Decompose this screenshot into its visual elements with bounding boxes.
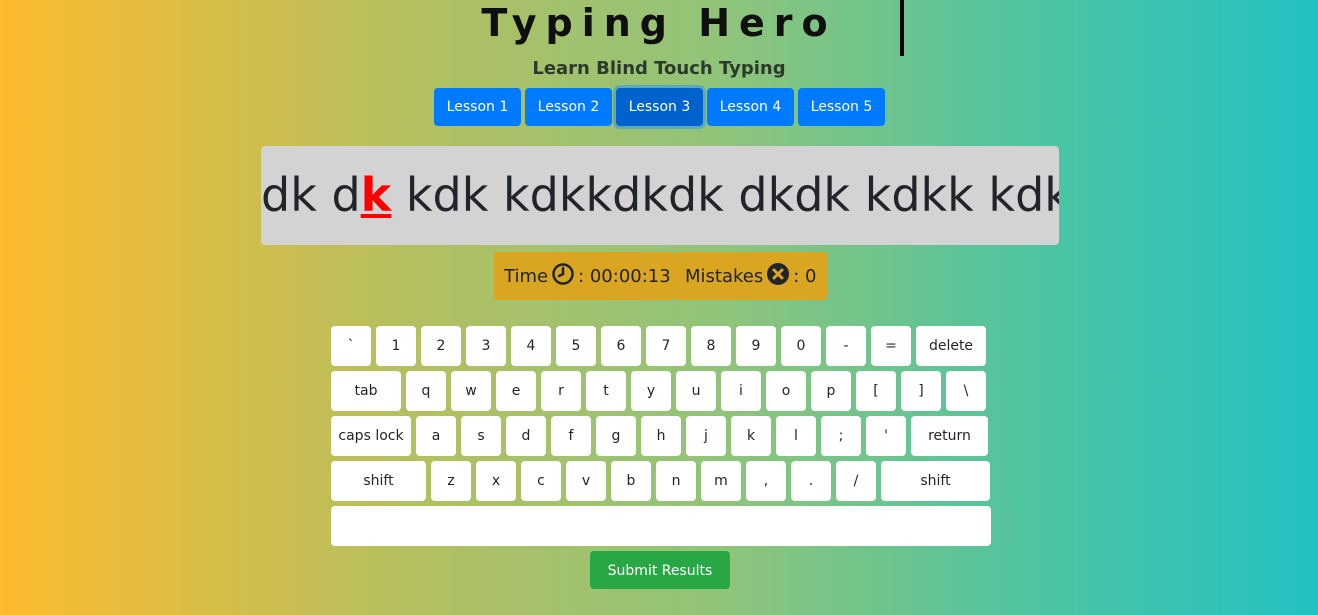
- key-shift[interactable]: shift: [881, 461, 990, 501]
- lesson-5-button[interactable]: Lesson 5: [798, 88, 885, 126]
- key-4[interactable]: 4: [511, 326, 551, 366]
- lesson-2-button[interactable]: Lesson 2: [525, 88, 612, 126]
- key-u[interactable]: u: [676, 371, 716, 411]
- key-c[interactable]: c: [521, 461, 561, 501]
- page-title: Typing Hero: [481, 1, 837, 45]
- key-t[interactable]: t: [586, 371, 626, 411]
- key-v[interactable]: v: [566, 461, 606, 501]
- key-8[interactable]: 8: [691, 326, 731, 366]
- key-symbol[interactable]: `: [331, 326, 371, 366]
- x-circle-icon: [767, 262, 790, 290]
- key-x[interactable]: x: [476, 461, 516, 501]
- key-l[interactable]: l: [776, 416, 816, 456]
- key-g[interactable]: g: [596, 416, 636, 456]
- lesson-1-button[interactable]: Lesson 1: [434, 88, 521, 126]
- key-a[interactable]: a: [416, 416, 456, 456]
- keyboard-row-bottom: shift z x c v b n m,. / shift: [331, 461, 991, 501]
- typing-input-bar[interactable]: [331, 506, 991, 546]
- key-s[interactable]: s: [461, 416, 501, 456]
- lesson-3-button[interactable]: Lesson 3: [616, 88, 703, 126]
- key-caps-lock[interactable]: caps lock: [331, 416, 411, 456]
- key-shift[interactable]: shift: [331, 461, 426, 501]
- key-symbol[interactable]: \: [946, 371, 986, 411]
- virtual-keyboard: ` 1 2 3 4 5 6 7 8 9 0- = delete tab q w e r t y u i o p[] \ cap…: [331, 326, 991, 546]
- key-y[interactable]: y: [631, 371, 671, 411]
- key-7[interactable]: 7: [646, 326, 686, 366]
- key-m[interactable]: m: [701, 461, 741, 501]
- key-symbol[interactable]: -: [826, 326, 866, 366]
- key-0[interactable]: 0: [781, 326, 821, 366]
- lesson-4-button[interactable]: Lesson 4: [707, 88, 794, 126]
- key-1[interactable]: 1: [376, 326, 416, 366]
- timer-value: : 00:00:13: [578, 265, 671, 287]
- keyboard-row-home: caps lock a s d f g h j k l; ' return: [331, 416, 991, 456]
- key-p[interactable]: p: [811, 371, 851, 411]
- key-o[interactable]: o: [766, 371, 806, 411]
- timer-badge: Time : 00:00:13: [494, 252, 675, 300]
- key-2[interactable]: 2: [421, 326, 461, 366]
- key-j[interactable]: j: [686, 416, 726, 456]
- key-b[interactable]: b: [611, 461, 651, 501]
- key-delete[interactable]: delete: [916, 326, 986, 366]
- key-tab[interactable]: tab: [331, 371, 401, 411]
- key-q[interactable]: q: [406, 371, 446, 411]
- page-subtitle: Learn Blind Touch Typing: [532, 58, 786, 79]
- key-w[interactable]: w: [451, 371, 491, 411]
- key-return[interactable]: return: [911, 416, 988, 456]
- key-i[interactable]: i: [721, 371, 761, 411]
- timer-label: Time: [504, 265, 549, 287]
- key-z[interactable]: z: [431, 461, 471, 501]
- key-6[interactable]: 6: [601, 326, 641, 366]
- remaining-text: kdk kdkkdkdk dkdk kdkk kdk: [391, 168, 1059, 222]
- keyboard-row-top: tab q w e r t y u i o p[] \: [331, 371, 991, 411]
- key-9[interactable]: 9: [736, 326, 776, 366]
- key-symbol[interactable]: ': [866, 416, 906, 456]
- key-r[interactable]: r: [541, 371, 581, 411]
- mistakes-badge: Mistakes : 0: [675, 252, 827, 300]
- typed-text: dk d: [261, 168, 361, 222]
- mistakes-value: : 0: [793, 265, 817, 287]
- text-cursor: [900, 0, 904, 56]
- key-symbol[interactable]: ]: [901, 371, 941, 411]
- key-symbol[interactable]: =: [871, 326, 911, 366]
- lesson-nav: Lesson 1 Lesson 2 Lesson 3 Lesson 4 Less…: [434, 88, 885, 126]
- key-3[interactable]: 3: [466, 326, 506, 366]
- current-character: k: [360, 168, 392, 222]
- submit-results-button[interactable]: Submit Results: [590, 551, 730, 589]
- key-symbol[interactable]: /: [836, 461, 876, 501]
- key-symbol[interactable]: [: [856, 371, 896, 411]
- key-h[interactable]: h: [641, 416, 681, 456]
- key-symbol[interactable]: ;: [821, 416, 861, 456]
- key-5[interactable]: 5: [556, 326, 596, 366]
- stats-bar: Time : 00:00:13 Mistakes : 0: [494, 252, 827, 300]
- clock-icon: [552, 262, 574, 290]
- key-symbol[interactable]: .: [791, 461, 831, 501]
- key-f[interactable]: f: [551, 416, 591, 456]
- mistakes-label: Mistakes: [685, 265, 764, 287]
- key-symbol[interactable]: ,: [746, 461, 786, 501]
- key-n[interactable]: n: [656, 461, 696, 501]
- key-k[interactable]: k: [731, 416, 771, 456]
- exercise-text: dk dk kdk kdkkdkdk dkdk kdkk kdk: [261, 146, 1059, 245]
- key-d[interactable]: d: [506, 416, 546, 456]
- key-e[interactable]: e: [496, 371, 536, 411]
- keyboard-row-numbers: ` 1 2 3 4 5 6 7 8 9 0- = delete: [331, 326, 991, 366]
